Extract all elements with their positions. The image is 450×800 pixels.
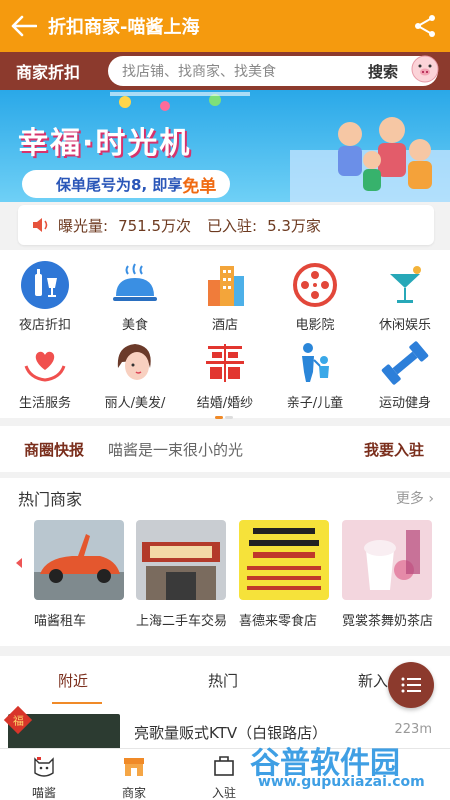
tab-new[interactable]: 新入 [358, 670, 388, 691]
category-label: 休闲娱乐 [378, 318, 431, 333]
page-dot [225, 416, 233, 419]
news-message[interactable]: 喵酱是一束很小的光 [108, 439, 364, 460]
category-label: 酒店 [211, 318, 238, 333]
exposure-label: 曝光量: [58, 216, 109, 235]
hot-merchants-section: 热门商家 更多 › 喵酱租车 上海二手车交易 喜德来零食店 霓裳茶舞奶茶店 [0, 478, 450, 646]
category-leisure[interactable]: 休闲娱乐 [360, 260, 450, 333]
category-cinema[interactable]: 电影院 [270, 260, 360, 333]
cocktail-icon [390, 266, 421, 303]
category-label: 运动健身 [378, 396, 431, 411]
section-title: 热门商家 [18, 490, 83, 509]
merchant-image [342, 520, 432, 600]
category-nightclub[interactable]: 夜店折扣 [0, 260, 90, 333]
dumbbell-icon [381, 341, 429, 385]
chevron-right-icon: › [428, 491, 434, 507]
search-input[interactable]: 找店铺、找商家、找美食 [108, 61, 368, 81]
scroll-left-indicator-icon [16, 558, 22, 568]
badge-text: 福 [12, 714, 24, 727]
search-row: 商家折扣 找店铺、找商家、找美食 搜索 [0, 52, 450, 90]
back-button[interactable] [0, 0, 48, 52]
page-dot-active [215, 416, 223, 419]
merchant-distance: 223m [394, 722, 432, 737]
nav-join[interactable]: 入驻 [194, 753, 254, 800]
category-label: 夜店折扣 [18, 318, 71, 333]
more-label: 更多 [395, 491, 424, 507]
list-menu-icon [401, 677, 421, 693]
merchant-card[interactable]: 上海二手车交易 [136, 520, 228, 629]
promo-banner[interactable]: 幸福·时光机 保单尾号为8, 即享 免单 [0, 90, 450, 202]
banner-subtitle-text: 保单尾号为8, 即享 [56, 175, 183, 194]
merchant-name: 上海二手车交易 [136, 614, 228, 629]
back-arrow-icon [11, 15, 37, 37]
film-reel-icon [293, 263, 337, 307]
category-life-service[interactable]: 生活服务 [0, 338, 90, 411]
cat-mascot-icon [34, 757, 54, 777]
list-tabs: 附近 热门 新入 [0, 656, 450, 704]
heart-hands-icon [24, 351, 66, 382]
join-button[interactable]: 我要入驻 [364, 439, 450, 460]
joined-label: 已入驻: [207, 216, 258, 235]
share-icon [415, 15, 435, 37]
speaker-icon [33, 218, 48, 232]
food-cloche-icon [113, 263, 157, 301]
merchant-card[interactable]: 喵酱租车 [34, 520, 124, 629]
join-icon [214, 756, 234, 776]
top-app-bar: 折扣商家-喵酱上海 [0, 0, 450, 52]
category-food[interactable]: 美食 [90, 260, 180, 333]
news-label: 商圈快报 [24, 440, 85, 459]
category-label: 亲子/儿童 [286, 396, 344, 411]
category-hotel[interactable]: 酒店 [180, 260, 270, 333]
more-link[interactable]: 更多 › [396, 488, 434, 508]
news-bar: 商圈快报 喵酱是一束很小的光 我要入驻 [0, 420, 450, 472]
category-label: 丽人/美发/ [104, 396, 166, 411]
page-title: 折扣商家-喵酱上海 [48, 17, 200, 38]
double-happiness-icon [206, 344, 244, 382]
merchant-name: 霓裳茶舞奶茶店 [342, 614, 434, 629]
exposure-value: 751.5万次 [118, 216, 192, 235]
merchant-card[interactable]: 霓裳茶舞奶茶店 [342, 520, 434, 629]
section-label: 商家折扣 [16, 63, 81, 82]
tab-nearby[interactable]: 附近 [58, 670, 88, 691]
hotel-icon [208, 266, 244, 306]
category-grid: 夜店折扣 美食 酒店 电影院 休闲娱乐 生活服务 丽人/美发/ 结婚/婚纱 亲子… [0, 250, 450, 418]
joined-value: 5.3万家 [267, 216, 321, 235]
beauty-face-icon [117, 344, 151, 380]
merchant-image [239, 520, 329, 600]
category-label: 美食 [121, 318, 148, 333]
nav-merchant[interactable]: 商家 [104, 753, 164, 800]
category-beauty[interactable]: 丽人/美发/ [90, 338, 180, 411]
merchant-name: 喵酱租车 [34, 614, 87, 629]
category-parent-child[interactable]: 亲子/儿童 [270, 338, 360, 411]
stats-bar: 曝光量: 751.5万次 已入驻: 5.3万家 [18, 205, 434, 245]
nav-home[interactable]: 喵酱 [14, 753, 74, 800]
store-icon [124, 758, 144, 776]
merchant-name: 喜德来零食店 [239, 614, 318, 629]
merchant-card[interactable]: 喜德来零食店 [239, 520, 329, 629]
nav-label: 入驻 [211, 786, 236, 800]
banner-highlight: 免单 [182, 176, 217, 197]
merchant-image [34, 520, 124, 600]
banner-subtitle: 保单尾号为8, 即享 免单 [22, 170, 231, 198]
category-label: 生活服务 [18, 396, 71, 411]
watermark-url: www.gupuxiazai.com [258, 774, 425, 790]
page-indicator [215, 404, 235, 419]
search-box[interactable]: 找店铺、找商家、找美食 搜索 [108, 56, 438, 86]
merchant-image [136, 520, 226, 600]
category-fitness[interactable]: 运动健身 [360, 338, 450, 411]
nav-label: 喵酱 [31, 786, 56, 800]
parent-child-icon [302, 343, 329, 382]
tab-hot[interactable]: 热门 [208, 670, 238, 691]
nav-label: 商家 [121, 786, 146, 800]
banner-title: 幸福·时光机 [18, 126, 192, 161]
menu-fab-button[interactable] [388, 662, 434, 708]
bottles-icon [21, 261, 69, 309]
category-label: 电影院 [295, 318, 335, 333]
category-wedding[interactable]: 结婚/婚纱 [180, 338, 270, 411]
share-button[interactable] [400, 0, 450, 52]
pig-mascot-icon [411, 55, 439, 83]
category-label: 结婚/婚纱 [196, 396, 254, 411]
